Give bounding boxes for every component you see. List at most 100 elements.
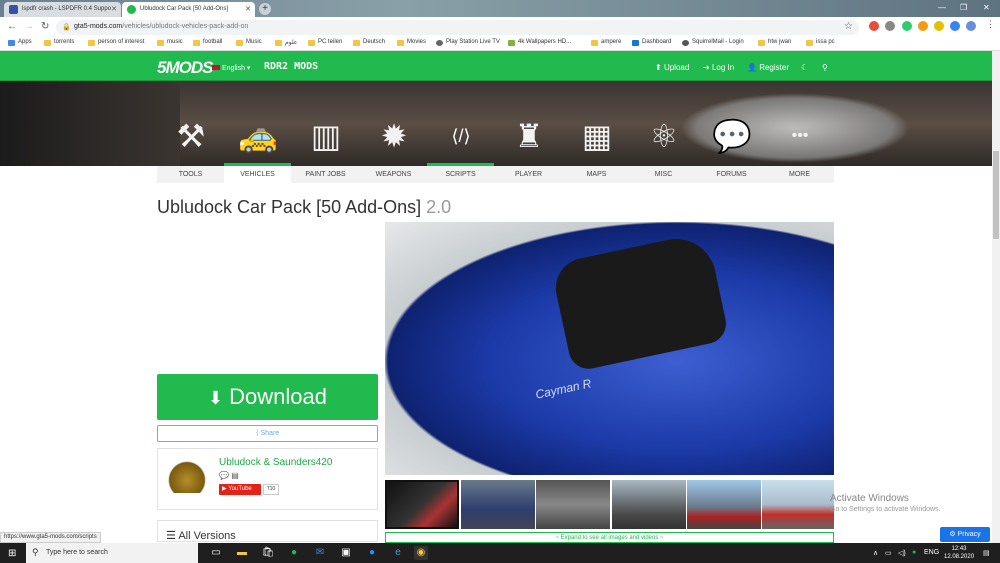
bookmark[interactable]: 4k Wallpapers HD...	[508, 39, 571, 46]
thumbnail[interactable]	[385, 480, 459, 529]
register-link[interactable]: 👤 Register	[747, 63, 789, 72]
mod-main-image[interactable]: Cayman R	[385, 222, 834, 475]
bookmark[interactable]: Movies	[397, 39, 426, 46]
extension-icon[interactable]	[918, 21, 928, 31]
mail-icon[interactable]: ✉	[313, 546, 327, 560]
spotify-icon[interactable]: ●	[287, 546, 301, 560]
system-clock[interactable]: 12:43 12.08.2020	[944, 545, 974, 561]
thumbnail[interactable]	[461, 480, 535, 529]
search-icon[interactable]: ⚲	[822, 63, 828, 72]
zoom-icon[interactable]: ●	[365, 546, 379, 560]
windows-start-icon[interactable]: ⊞	[8, 548, 16, 559]
all-versions-header[interactable]: ☰ All Versions	[157, 520, 378, 542]
taskbar-search[interactable]: ⚲ Type here to search	[26, 543, 198, 563]
category-label[interactable]: MAPS	[563, 166, 630, 183]
close-window-icon[interactable]: ✕	[983, 3, 990, 12]
bookmark[interactable]: football	[193, 39, 222, 46]
page-scrollbar[interactable]	[992, 51, 1000, 543]
task-view-icon[interactable]: ▭	[209, 546, 223, 560]
forward-icon[interactable]: →	[24, 21, 34, 32]
site-logo[interactable]: 5MODS	[157, 58, 213, 78]
extension-icon[interactable]	[902, 21, 912, 31]
close-tab-icon[interactable]: ✕	[111, 5, 117, 13]
bookmark-star-icon[interactable]: ☆	[844, 21, 853, 32]
tab-inactive[interactable]: lspdfr crash - LSPDFR 0.4 Suppo ✕	[4, 2, 121, 17]
comments-icon[interactable]: 💬	[219, 471, 229, 480]
notifications-icon[interactable]: ▤	[983, 549, 990, 557]
bookmark[interactable]: SquirrelMail - Login	[682, 39, 744, 46]
thumbnail[interactable]	[536, 480, 610, 529]
category-label[interactable]: FORUMS	[698, 166, 765, 183]
bookmark[interactable]: Deutsch	[353, 39, 385, 46]
category-label[interactable]: SCRIPTS	[427, 166, 494, 183]
terminal-icon[interactable]: ▣	[339, 546, 353, 560]
bookmark[interactable]: htw jwan	[758, 39, 791, 46]
category-scripts[interactable]: ⟨/⟩	[427, 81, 494, 166]
extension-icon[interactable]	[934, 21, 944, 31]
app-tray-icon[interactable]: ●	[912, 549, 916, 556]
category-label[interactable]: WEAPONS	[360, 166, 427, 183]
minimize-icon[interactable]: —	[938, 3, 946, 12]
author-avatar[interactable]	[168, 461, 206, 493]
category-paint-jobs[interactable]: ▥	[292, 81, 359, 166]
dark-mode-moon-icon[interactable]: ☾	[801, 63, 808, 72]
bookmark[interactable]: Dashboard	[632, 39, 671, 46]
edge-icon[interactable]: e	[391, 546, 405, 560]
tab-active[interactable]: Ubludock Car Pack [50 Add-Ons] ✕	[122, 2, 255, 17]
login-link[interactable]: ➜ Log In	[703, 63, 734, 72]
bookmark[interactable]: PC teilen	[308, 39, 342, 46]
category-player[interactable]: ♜	[495, 81, 562, 166]
bookmark[interactable]: torrents	[44, 39, 74, 46]
profile-avatar-icon[interactable]	[966, 21, 976, 31]
chrome-icon[interactable]: ◉	[414, 546, 428, 560]
file-explorer-icon[interactable]: ▬	[235, 546, 249, 560]
category-vehicles[interactable]: 🚕	[224, 81, 291, 166]
new-tab-button[interactable]: +	[259, 3, 271, 15]
category-maps[interactable]: ▦	[563, 81, 630, 166]
scrollbar-thumb[interactable]	[993, 151, 999, 239]
volume-icon[interactable]: ◁)	[898, 549, 906, 557]
address-bar[interactable]: 🔒 gta5-mods.com/vehicles/ubludock-vehicl…	[56, 20, 859, 35]
author-name[interactable]: Ubludock & Saunders420	[219, 457, 332, 468]
category-more[interactable]: •••	[766, 81, 833, 166]
expand-images-link[interactable]: ~ Expand to see all images and videos ~	[385, 532, 834, 543]
privacy-button[interactable]: ⚙ Privacy	[940, 527, 990, 542]
thumbnail[interactable]	[612, 480, 686, 529]
menu-kebab-icon[interactable]: ⋮	[986, 19, 995, 30]
bookmark[interactable]: Music	[236, 39, 262, 46]
category-label[interactable]: PLAYER	[495, 166, 562, 183]
thumbnail[interactable]	[762, 480, 834, 529]
thumbnail[interactable]	[687, 480, 761, 529]
input-language[interactable]: ENG	[924, 549, 939, 556]
download-button[interactable]: ⬇ Download	[157, 374, 378, 420]
category-tools[interactable]: ⚒	[157, 81, 224, 166]
extension-icon[interactable]	[950, 21, 960, 31]
back-icon[interactable]: ←	[7, 21, 17, 32]
category-forums[interactable]: 💬	[698, 81, 765, 166]
bookmark-apps[interactable]: Apps	[8, 39, 32, 46]
bookmark[interactable]: علوم	[275, 39, 297, 46]
bookmark[interactable]: person of interest	[88, 39, 144, 46]
bookmark[interactable]: issa pc	[806, 39, 835, 46]
category-label[interactable]: PAINT JOBS	[292, 166, 359, 183]
language-selector[interactable]: English ▾	[212, 64, 250, 72]
network-icon[interactable]: ▭	[885, 549, 892, 557]
category-label[interactable]: MORE	[766, 166, 833, 183]
share-button[interactable]: ⟨ Share	[157, 425, 378, 442]
category-label[interactable]: TOOLS	[157, 166, 224, 183]
category-misc[interactable]: ⚛	[630, 81, 697, 166]
category-weapons[interactable]: ✹	[360, 81, 427, 166]
extension-icon[interactable]	[869, 21, 879, 31]
category-label[interactable]: MISC	[630, 166, 697, 183]
bookmark[interactable]: ampere	[591, 39, 621, 46]
store-icon[interactable]: 🛍	[261, 546, 275, 560]
file-icon[interactable]: ▤	[231, 471, 239, 480]
category-label[interactable]: VEHICLES	[224, 166, 291, 183]
reload-icon[interactable]: ↻	[41, 21, 49, 32]
close-tab-icon[interactable]: ✕	[245, 5, 251, 13]
bookmark[interactable]: music	[157, 39, 183, 46]
maximize-icon[interactable]: ❐	[960, 3, 967, 12]
rdr2-mods-logo[interactable]: RDR2 MODS	[264, 61, 318, 72]
extension-icon[interactable]	[885, 21, 895, 31]
upload-link[interactable]: ⬆ Upload	[655, 63, 689, 72]
